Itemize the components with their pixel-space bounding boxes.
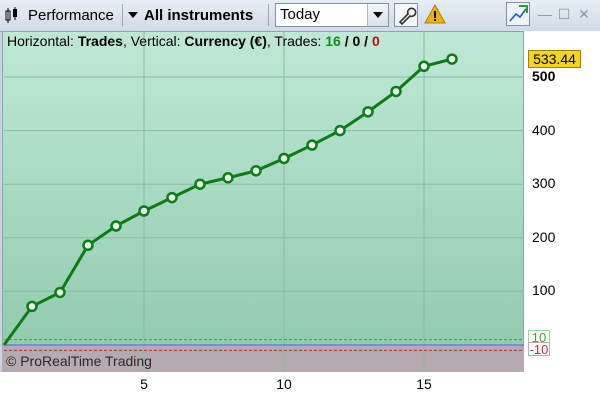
y-tick-label: 300 bbox=[532, 175, 556, 192]
y-tick-label: 400 bbox=[532, 121, 556, 138]
last-value-badge: 533.44 bbox=[528, 50, 581, 68]
data-point[interactable] bbox=[26, 300, 38, 313]
chart-header: Horizontal: Trades, Vertical: Currency (… bbox=[7, 33, 380, 49]
data-point[interactable] bbox=[194, 178, 206, 190]
equity-line bbox=[2, 57, 453, 346]
data-point[interactable] bbox=[222, 172, 234, 184]
y-tick-label: 200 bbox=[532, 228, 556, 245]
horizontal-axis-value: Trades bbox=[77, 33, 123, 49]
data-point[interactable] bbox=[82, 239, 94, 252]
y-tick-label: 500 bbox=[532, 68, 556, 84]
x-axis[interactable] bbox=[0, 372, 600, 400]
data-point[interactable] bbox=[306, 139, 318, 151]
data-point[interactable] bbox=[334, 124, 346, 137]
data-point[interactable] bbox=[166, 191, 178, 204]
x-tick-label: 10 bbox=[276, 376, 292, 392]
negative-threshold-label: -10 bbox=[528, 342, 550, 357]
data-point[interactable] bbox=[418, 60, 430, 73]
data-point[interactable] bbox=[390, 85, 402, 98]
data-point[interactable] bbox=[446, 53, 458, 65]
losing-trades-count: 0 bbox=[371, 33, 380, 49]
y-tick-label: 100 bbox=[532, 282, 556, 299]
equity-chart bbox=[2, 31, 524, 372]
data-point[interactable] bbox=[138, 205, 150, 217]
data-point[interactable] bbox=[250, 165, 262, 177]
data-point[interactable] bbox=[278, 152, 290, 165]
data-point[interactable] bbox=[362, 106, 374, 118]
x-tick-label: 5 bbox=[140, 376, 148, 392]
data-point[interactable] bbox=[110, 220, 122, 232]
winning-trades-count: 16 bbox=[325, 33, 341, 49]
vertical-axis-value: Currency (€) bbox=[184, 33, 267, 49]
data-point[interactable] bbox=[54, 286, 66, 299]
x-tick-label: 15 bbox=[416, 376, 432, 392]
copyright-text: © ProRealTime Trading bbox=[6, 353, 152, 369]
